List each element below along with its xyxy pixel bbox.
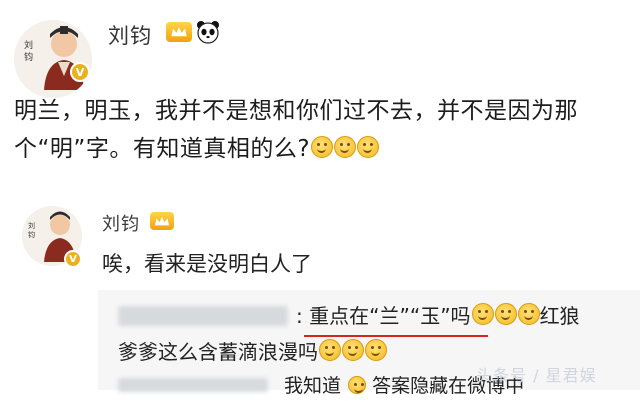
verified-badge-icon: V xyxy=(64,250,82,268)
avatar-illustration: 刘 钧 xyxy=(14,20,92,98)
post-text-line-1: 明兰，明玉，我并不是想和你们过不去，并不是因为那 xyxy=(14,98,578,124)
svg-text:刘: 刘 xyxy=(28,221,35,230)
smile-emoji-icon xyxy=(357,136,380,158)
quoted-reply-line-1: : 重点在“兰”“玉”吗 红狼 xyxy=(296,300,580,332)
post-avatar[interactable]: 刘 钧 xyxy=(14,20,92,98)
post-text: 明兰，明玉，我并不是想和你们过不去，并不是因为那 个“明”字。有知道真相的么? xyxy=(14,92,634,168)
post-text-line-2: 个“明”字。有知道真相的么? xyxy=(14,130,634,168)
smile-emoji-icon xyxy=(311,136,334,158)
vip-crown-icon xyxy=(166,22,192,42)
svg-text:钧: 钧 xyxy=(28,230,35,239)
quoted-prefix: : xyxy=(296,304,303,328)
smile-emoji-icon xyxy=(471,303,494,325)
smile-emoji-icon xyxy=(365,339,387,361)
quoted-tail: 红狼 xyxy=(539,304,580,328)
vip-crown-icon xyxy=(150,212,174,230)
quoted-line-2-text: 爹爹这么含蓄滴浪漫吗 xyxy=(118,340,318,364)
second-reply-visible: 我知道 xyxy=(284,375,342,397)
quoted-highlight: 重点在“兰”“玉”吗 xyxy=(309,304,471,328)
smile-emoji-icon xyxy=(334,136,357,158)
post-username[interactable]: 刘钧 xyxy=(108,20,152,50)
smile-emoji-icon xyxy=(342,339,364,361)
blurred-username xyxy=(118,306,288,326)
avatar-emoji-icon xyxy=(348,376,367,394)
smile-emoji-icon xyxy=(494,303,517,325)
smile-emoji-icon xyxy=(517,303,540,325)
svg-text:刘: 刘 xyxy=(24,39,33,51)
smile-emoji-icon xyxy=(319,339,341,361)
panda-icon xyxy=(196,20,220,44)
svg-text:钧: 钧 xyxy=(24,51,33,63)
comment-username[interactable]: 刘钧 xyxy=(102,210,140,236)
verified-badge-icon: V xyxy=(70,62,90,82)
watermark: 头条号 / 星君娱 xyxy=(476,366,597,385)
post-text-line-2-content: 个“明”字。有知道真相的么? xyxy=(14,136,311,162)
comment-text: 唉，看来是没明白人了 xyxy=(102,252,312,276)
quoted-reply-line-2: 爹爹这么含蓄滴浪漫吗 xyxy=(118,336,387,368)
